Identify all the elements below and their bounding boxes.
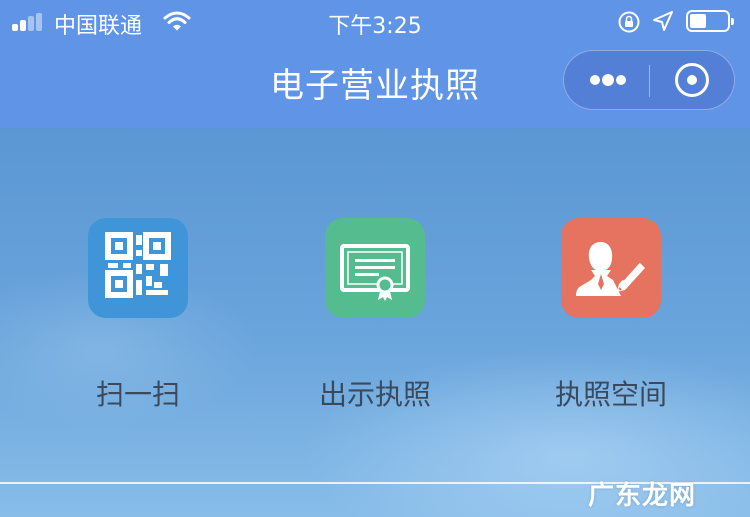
location-arrow-icon [653,11,673,31]
qr-code-icon [105,232,171,298]
show-license-label: 出示执照 [318,378,431,411]
rotation-lock-icon [618,11,640,33]
main-content: 扫一扫 出示执照 执照空间 [0,128,750,517]
show-license-button[interactable] [325,218,425,318]
scan-button[interactable] [88,218,188,318]
certificate-icon [340,244,410,301]
battery-icon [686,10,734,32]
menu-capsule [563,50,735,110]
dot-icon [590,75,600,85]
watermark: 广东龙网 [588,481,697,511]
target-circle-icon [675,63,709,97]
dot-icon [602,74,614,86]
close-miniprogram-button[interactable] [650,51,735,109]
user-edit-icon [576,242,645,296]
license-space-button[interactable] [561,218,661,318]
status-bar: 中国联通 下午3:25 [0,0,750,44]
scan-label: 扫一扫 [95,378,180,411]
license-space-label: 执照空间 [554,378,667,411]
dot-icon [616,75,626,85]
more-button[interactable] [564,51,649,109]
